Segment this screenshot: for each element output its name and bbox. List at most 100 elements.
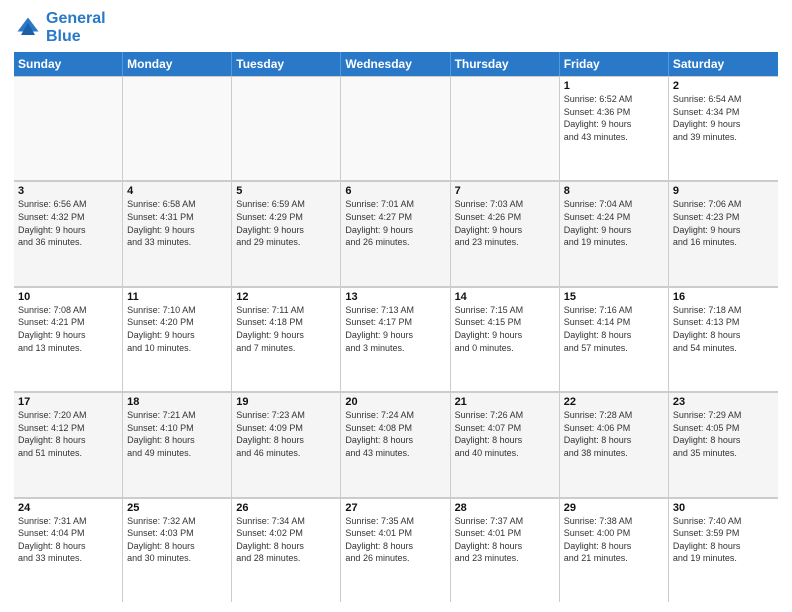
day-number: 6	[345, 185, 445, 197]
day-cell-2: 2Sunrise: 6:54 AM Sunset: 4:34 PM Daylig…	[669, 77, 778, 180]
day-info: Sunrise: 7:10 AM Sunset: 4:20 PM Dayligh…	[127, 304, 227, 354]
day-cell-13: 13Sunrise: 7:13 AM Sunset: 4:17 PM Dayli…	[341, 288, 450, 391]
header-day-wednesday: Wednesday	[341, 52, 450, 76]
day-info: Sunrise: 7:15 AM Sunset: 4:15 PM Dayligh…	[455, 304, 555, 354]
day-info: Sunrise: 7:18 AM Sunset: 4:13 PM Dayligh…	[673, 304, 774, 354]
day-cell-9: 9Sunrise: 7:06 AM Sunset: 4:23 PM Daylig…	[669, 182, 778, 285]
day-number: 20	[345, 396, 445, 408]
day-info: Sunrise: 7:26 AM Sunset: 4:07 PM Dayligh…	[455, 409, 555, 459]
week-row-2: 3Sunrise: 6:56 AM Sunset: 4:32 PM Daylig…	[14, 181, 778, 286]
day-number: 24	[18, 502, 118, 514]
calendar: SundayMondayTuesdayWednesdayThursdayFrid…	[14, 52, 778, 602]
day-number: 12	[236, 291, 336, 303]
empty-cell	[451, 77, 560, 180]
day-cell-1: 1Sunrise: 6:52 AM Sunset: 4:36 PM Daylig…	[560, 77, 669, 180]
logo-text: General Blue	[46, 10, 106, 46]
day-number: 1	[564, 80, 664, 92]
day-cell-18: 18Sunrise: 7:21 AM Sunset: 4:10 PM Dayli…	[123, 393, 232, 496]
day-info: Sunrise: 7:38 AM Sunset: 4:00 PM Dayligh…	[564, 515, 664, 565]
empty-cell	[14, 77, 123, 180]
day-cell-3: 3Sunrise: 6:56 AM Sunset: 4:32 PM Daylig…	[14, 182, 123, 285]
header-day-sunday: Sunday	[14, 52, 123, 76]
header-day-monday: Monday	[123, 52, 232, 76]
day-cell-22: 22Sunrise: 7:28 AM Sunset: 4:06 PM Dayli…	[560, 393, 669, 496]
day-number: 25	[127, 502, 227, 514]
day-number: 5	[236, 185, 336, 197]
week-row-3: 10Sunrise: 7:08 AM Sunset: 4:21 PM Dayli…	[14, 287, 778, 392]
day-cell-30: 30Sunrise: 7:40 AM Sunset: 3:59 PM Dayli…	[669, 499, 778, 602]
day-number: 22	[564, 396, 664, 408]
day-info: Sunrise: 7:32 AM Sunset: 4:03 PM Dayligh…	[127, 515, 227, 565]
calendar-header: SundayMondayTuesdayWednesdayThursdayFrid…	[14, 52, 778, 76]
day-info: Sunrise: 7:11 AM Sunset: 4:18 PM Dayligh…	[236, 304, 336, 354]
day-number: 19	[236, 396, 336, 408]
day-number: 23	[673, 396, 774, 408]
day-number: 8	[564, 185, 664, 197]
day-number: 10	[18, 291, 118, 303]
day-cell-11: 11Sunrise: 7:10 AM Sunset: 4:20 PM Dayli…	[123, 288, 232, 391]
empty-cell	[232, 77, 341, 180]
week-row-4: 17Sunrise: 7:20 AM Sunset: 4:12 PM Dayli…	[14, 392, 778, 497]
day-info: Sunrise: 7:16 AM Sunset: 4:14 PM Dayligh…	[564, 304, 664, 354]
day-info: Sunrise: 7:13 AM Sunset: 4:17 PM Dayligh…	[345, 304, 445, 354]
day-number: 9	[673, 185, 774, 197]
week-row-5: 24Sunrise: 7:31 AM Sunset: 4:04 PM Dayli…	[14, 498, 778, 602]
day-info: Sunrise: 7:01 AM Sunset: 4:27 PM Dayligh…	[345, 198, 445, 248]
day-cell-7: 7Sunrise: 7:03 AM Sunset: 4:26 PM Daylig…	[451, 182, 560, 285]
day-cell-16: 16Sunrise: 7:18 AM Sunset: 4:13 PM Dayli…	[669, 288, 778, 391]
header-day-saturday: Saturday	[669, 52, 778, 76]
day-cell-17: 17Sunrise: 7:20 AM Sunset: 4:12 PM Dayli…	[14, 393, 123, 496]
day-info: Sunrise: 7:28 AM Sunset: 4:06 PM Dayligh…	[564, 409, 664, 459]
day-cell-20: 20Sunrise: 7:24 AM Sunset: 4:08 PM Dayli…	[341, 393, 450, 496]
day-cell-21: 21Sunrise: 7:26 AM Sunset: 4:07 PM Dayli…	[451, 393, 560, 496]
empty-cell	[341, 77, 450, 180]
day-cell-15: 15Sunrise: 7:16 AM Sunset: 4:14 PM Dayli…	[560, 288, 669, 391]
day-number: 28	[455, 502, 555, 514]
day-number: 7	[455, 185, 555, 197]
day-cell-6: 6Sunrise: 7:01 AM Sunset: 4:27 PM Daylig…	[341, 182, 450, 285]
day-info: Sunrise: 7:20 AM Sunset: 4:12 PM Dayligh…	[18, 409, 118, 459]
empty-cell	[123, 77, 232, 180]
day-info: Sunrise: 7:06 AM Sunset: 4:23 PM Dayligh…	[673, 198, 774, 248]
day-number: 14	[455, 291, 555, 303]
day-cell-10: 10Sunrise: 7:08 AM Sunset: 4:21 PM Dayli…	[14, 288, 123, 391]
day-number: 15	[564, 291, 664, 303]
day-cell-29: 29Sunrise: 7:38 AM Sunset: 4:00 PM Dayli…	[560, 499, 669, 602]
day-cell-14: 14Sunrise: 7:15 AM Sunset: 4:15 PM Dayli…	[451, 288, 560, 391]
day-cell-12: 12Sunrise: 7:11 AM Sunset: 4:18 PM Dayli…	[232, 288, 341, 391]
day-cell-8: 8Sunrise: 7:04 AM Sunset: 4:24 PM Daylig…	[560, 182, 669, 285]
day-info: Sunrise: 7:08 AM Sunset: 4:21 PM Dayligh…	[18, 304, 118, 354]
day-cell-4: 4Sunrise: 6:58 AM Sunset: 4:31 PM Daylig…	[123, 182, 232, 285]
header-day-friday: Friday	[560, 52, 669, 76]
calendar-body: 1Sunrise: 6:52 AM Sunset: 4:36 PM Daylig…	[14, 76, 778, 602]
header: General Blue	[14, 10, 778, 46]
day-number: 4	[127, 185, 227, 197]
header-day-thursday: Thursday	[451, 52, 560, 76]
logo-icon	[14, 14, 42, 42]
day-info: Sunrise: 7:24 AM Sunset: 4:08 PM Dayligh…	[345, 409, 445, 459]
day-info: Sunrise: 7:21 AM Sunset: 4:10 PM Dayligh…	[127, 409, 227, 459]
day-number: 11	[127, 291, 227, 303]
day-number: 17	[18, 396, 118, 408]
day-number: 16	[673, 291, 774, 303]
day-number: 21	[455, 396, 555, 408]
day-info: Sunrise: 7:29 AM Sunset: 4:05 PM Dayligh…	[673, 409, 774, 459]
day-info: Sunrise: 7:03 AM Sunset: 4:26 PM Dayligh…	[455, 198, 555, 248]
day-info: Sunrise: 6:59 AM Sunset: 4:29 PM Dayligh…	[236, 198, 336, 248]
page: General Blue SundayMondayTuesdayWednesda…	[0, 0, 792, 612]
day-number: 29	[564, 502, 664, 514]
day-info: Sunrise: 7:40 AM Sunset: 3:59 PM Dayligh…	[673, 515, 774, 565]
logo: General Blue	[14, 10, 106, 46]
day-number: 13	[345, 291, 445, 303]
day-cell-23: 23Sunrise: 7:29 AM Sunset: 4:05 PM Dayli…	[669, 393, 778, 496]
day-number: 2	[673, 80, 774, 92]
day-info: Sunrise: 6:52 AM Sunset: 4:36 PM Dayligh…	[564, 93, 664, 143]
header-day-tuesday: Tuesday	[232, 52, 341, 76]
day-cell-26: 26Sunrise: 7:34 AM Sunset: 4:02 PM Dayli…	[232, 499, 341, 602]
day-info: Sunrise: 7:34 AM Sunset: 4:02 PM Dayligh…	[236, 515, 336, 565]
day-info: Sunrise: 6:58 AM Sunset: 4:31 PM Dayligh…	[127, 198, 227, 248]
day-number: 26	[236, 502, 336, 514]
day-info: Sunrise: 7:35 AM Sunset: 4:01 PM Dayligh…	[345, 515, 445, 565]
day-cell-25: 25Sunrise: 7:32 AM Sunset: 4:03 PM Dayli…	[123, 499, 232, 602]
day-info: Sunrise: 7:04 AM Sunset: 4:24 PM Dayligh…	[564, 198, 664, 248]
